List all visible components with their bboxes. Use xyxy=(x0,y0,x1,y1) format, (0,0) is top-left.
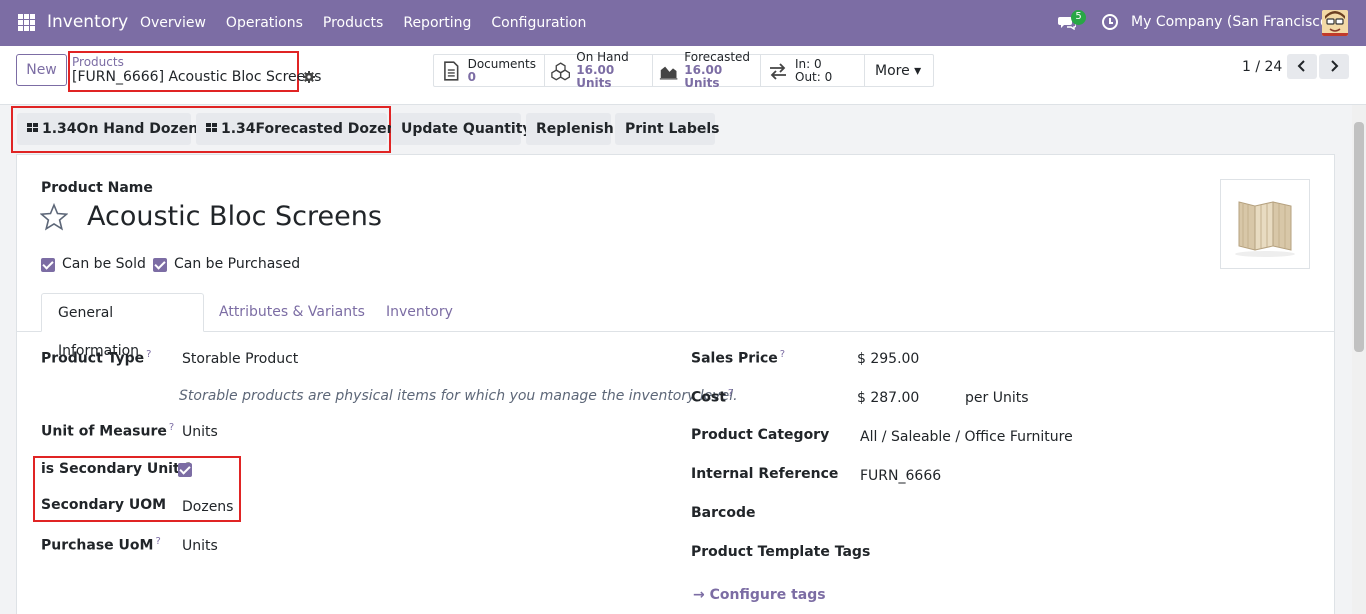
documents-value: 0 xyxy=(467,69,476,84)
product-type-label: Product Type? xyxy=(41,349,152,367)
area-chart-icon xyxy=(659,66,678,80)
secondary-unit-label: is Secondary Unit ? xyxy=(41,461,193,477)
user-avatar[interactable] xyxy=(1322,10,1348,36)
product-tags-label: Product Template Tags xyxy=(691,544,871,560)
cost-label: Cost? xyxy=(691,388,734,406)
barcode-label: Barcode xyxy=(691,505,756,521)
exchange-icon xyxy=(770,62,786,80)
on-hand-smart-button[interactable]: On Hand 16.00 Units xyxy=(545,51,653,90)
product-name[interactable]: Acoustic Bloc Screens xyxy=(87,201,382,232)
menu-configuration[interactable]: Configuration xyxy=(481,0,596,46)
menu-operations[interactable]: Operations xyxy=(216,0,313,46)
can-be-sold-checkbox[interactable] xyxy=(41,258,55,272)
grid-icon xyxy=(206,123,218,133)
menu-overview[interactable]: Overview xyxy=(130,0,216,46)
print-labels-button[interactable]: Print Labels xyxy=(615,113,720,145)
apps-grid-icon[interactable] xyxy=(18,14,35,31)
breadcrumb-current: [FURN_6666] Acoustic Bloc Screens xyxy=(72,69,322,85)
app-name[interactable]: Inventory xyxy=(47,12,128,32)
document-icon xyxy=(444,60,459,81)
top-navbar: Inventory Overview Operations Products R… xyxy=(0,0,1366,46)
tab-attributes-variants[interactable]: Attributes & Variants xyxy=(203,293,381,332)
product-category-label: Product Category xyxy=(691,427,830,443)
chat-count-badge: 5 xyxy=(1071,10,1086,25)
on-hand-value: 16.00 Units xyxy=(576,63,615,90)
clock-icon[interactable] xyxy=(1102,14,1118,30)
can-be-sold-label: Can be Sold xyxy=(62,256,146,272)
can-be-purchased-label: Can be Purchased xyxy=(174,256,301,272)
update-quantity-button[interactable]: Update Quantity xyxy=(391,113,532,145)
secondary-uom-value[interactable]: Dozens xyxy=(182,499,233,515)
cost-value[interactable]: $ 287.00 xyxy=(857,390,919,406)
grid-icon xyxy=(27,123,39,133)
in-out-smart-button[interactable]: In: 0 Out: 0 xyxy=(761,55,865,86)
main-menu: Overview Operations Products Reporting C… xyxy=(130,0,596,46)
purchase-uom-label: Purchase UoM? xyxy=(41,536,161,554)
pager-prev-button[interactable] xyxy=(1287,54,1317,79)
company-switcher[interactable]: My Company (San Francisco) xyxy=(1131,14,1334,30)
forecasted-dozens-label: 1.34Forecasted Dozens xyxy=(221,121,405,137)
uom-label: Unit of Measure? xyxy=(41,422,175,440)
gear-icon[interactable] xyxy=(303,71,315,83)
internal-reference-label: Internal Reference xyxy=(691,466,839,482)
on-hand-dozens-label: 1.34On Hand Dozens xyxy=(42,121,207,137)
cost-unit: per Units xyxy=(965,390,1029,406)
forecasted-dozens-button[interactable]: 1.34Forecasted Dozens xyxy=(196,113,405,145)
chevron-right-icon xyxy=(1331,60,1339,72)
on-hand-dozens-button[interactable]: 1.34On Hand Dozens xyxy=(17,113,207,145)
scrollbar-thumb[interactable] xyxy=(1354,122,1364,352)
menu-products[interactable]: Products xyxy=(313,0,393,46)
documents-label: Documents xyxy=(467,56,536,71)
secondary-uom-label: Secondary UOM xyxy=(41,497,167,513)
documents-smart-button[interactable]: Documents 0 xyxy=(434,55,545,86)
sales-price-label: Sales Price? xyxy=(691,349,786,367)
product-name-label: Product Name xyxy=(41,180,153,196)
chevron-left-icon xyxy=(1297,60,1305,72)
star-icon[interactable] xyxy=(40,203,68,231)
smart-buttons: Documents 0 On Hand 16.00 Units Forecast… xyxy=(433,51,934,90)
replenish-button[interactable]: Replenish xyxy=(526,113,614,145)
configure-tags-link[interactable]: → Configure tags xyxy=(693,587,826,603)
secondary-unit-checkbox[interactable] xyxy=(178,463,192,477)
pager-next-button[interactable] xyxy=(1319,54,1349,79)
more-button[interactable]: More ▾ xyxy=(865,55,933,86)
forecasted-smart-button[interactable]: Forecasted 16.00 Units xyxy=(653,51,761,90)
pager-value[interactable]: 1 / 24 xyxy=(1242,59,1282,75)
out-label: Out: 0 xyxy=(795,69,833,84)
product-image[interactable] xyxy=(1220,179,1310,269)
cubes-icon xyxy=(551,61,571,81)
product-type-hint: Storable products are physical items for… xyxy=(179,388,738,404)
new-button[interactable]: New xyxy=(16,54,67,86)
forecasted-value: 16.00 Units xyxy=(684,63,723,90)
tab-inventory[interactable]: Inventory xyxy=(370,293,469,332)
sales-price-value[interactable]: $ 295.00 xyxy=(857,351,919,367)
internal-reference-value[interactable]: FURN_6666 xyxy=(860,468,941,484)
purchase-uom-value[interactable]: Units xyxy=(182,538,218,554)
can-be-purchased-checkbox[interactable] xyxy=(153,258,167,272)
menu-reporting[interactable]: Reporting xyxy=(393,0,481,46)
tab-general-information[interactable]: General Information xyxy=(41,293,204,359)
uom-value[interactable]: Units xyxy=(182,424,218,440)
breadcrumb-parent[interactable]: Products xyxy=(72,55,124,69)
in-label: In: 0 xyxy=(795,56,822,71)
product-type-value[interactable]: Storable Product xyxy=(182,351,298,367)
product-category-value[interactable]: All / Saleable / Office Furniture xyxy=(860,429,1073,445)
